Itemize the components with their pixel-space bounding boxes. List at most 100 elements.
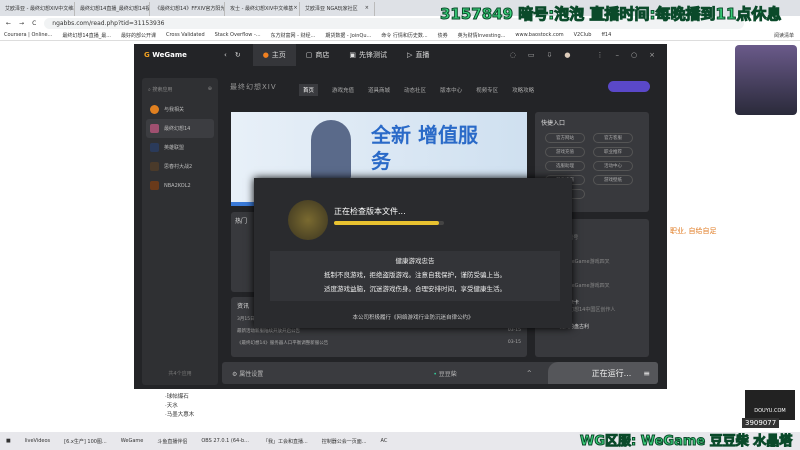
bookmark[interactable]: V2Club (574, 32, 592, 38)
browser-tab[interactable]: 《最终幻想14》FFXIV官方阳光× (150, 2, 225, 16)
subnav-item[interactable]: 游戏充值 (332, 86, 354, 96)
search-input[interactable]: ⌕ 搜索应用 (148, 86, 172, 93)
refresh-icon[interactable]: ↻ (235, 51, 241, 59)
taskbar-item[interactable]: liveVideos (25, 438, 50, 444)
bookmark[interactable]: ff14 (601, 32, 611, 38)
wegame-logo-icon (288, 200, 328, 240)
bookmark[interactable]: 东方财富网 - 财经... (271, 32, 316, 39)
avatar[interactable]: ● (564, 51, 570, 59)
quick-link[interactable]: 游戏充值 (545, 147, 585, 157)
taskbar-item[interactable]: AC (381, 438, 388, 444)
start-icon[interactable]: ■ (6, 438, 11, 444)
subnav-item[interactable]: 道具商城 (368, 86, 390, 96)
browser-tab[interactable]: 艾欧泽亚 - 最终幻想XIV中文维基× (0, 2, 75, 16)
close-icon[interactable]: × (649, 51, 655, 59)
maximize-icon[interactable]: ○ (631, 51, 637, 59)
subnav-item[interactable]: 视频专区 (476, 86, 498, 96)
page-link[interactable]: ·天水 (165, 402, 194, 411)
quick-link[interactable]: 游戏壁纸 (593, 175, 633, 185)
sidebar-item[interactable]: 与我相关 (142, 100, 218, 119)
nav-store[interactable]: ▢ 商店 (296, 44, 340, 66)
game-icon (150, 181, 159, 190)
subnav-item[interactable]: 版本中心 (440, 86, 462, 96)
add-icon[interactable]: ⊕ (208, 86, 212, 92)
bookmark[interactable]: 期货数据 - JoinQu... (325, 32, 371, 39)
home-icon: ● (262, 51, 269, 59)
back-icon[interactable]: ← (6, 20, 11, 27)
dialog-footer: 本公司积极履行《网络游戏行业防沉迷自律公约》 (352, 315, 474, 321)
status-text: 正在检查版本文件... (334, 207, 406, 216)
sidebar-item[interactable]: 思春村大战2 (142, 157, 218, 176)
bag-icon: ▢ (305, 51, 313, 59)
nav-beta[interactable]: ▣ 先锋测试 (339, 44, 397, 66)
related-icon (150, 105, 159, 114)
subnav-item[interactable]: 首页 (299, 84, 319, 96)
banner-title: 全新 增值服务 (371, 123, 478, 173)
sidebar-item[interactable]: NBA2KOL2 (142, 176, 218, 195)
bookmark[interactable]: Cross Validated (166, 32, 205, 38)
nav-home[interactable]: ● 主页 (252, 44, 296, 66)
taskbar-item[interactable]: 「我」工会和直播... (263, 438, 308, 445)
quick-link[interactable]: 职业推荐 (593, 147, 633, 157)
news-item[interactable]: 《最终幻想14》服务器人口平衡调整新服公告 03-15 (237, 340, 521, 352)
browser-tab[interactable]: 最终幻想14直播_最终幻想14视× (75, 2, 150, 16)
browser-tab[interactable]: 艾欧泽亚 NGA玩家社区 × (300, 2, 375, 16)
expand-icon[interactable]: ^ (527, 370, 532, 377)
bookmark[interactable]: 债券 (438, 32, 448, 39)
quick-link[interactable]: 官方客服 (593, 133, 633, 143)
launch-button[interactable] (608, 81, 650, 92)
bell-icon[interactable]: ◌ (510, 51, 516, 59)
tab-label: 艾欧泽亚 - 最终幻想XIV中文维基 (5, 6, 75, 12)
news-item[interactable]: 最新活动新服陆续开放开启公告 03-15 (237, 328, 521, 340)
update-dialog: 正在检查版本文件... 健康游戏忠告 抵制不良游戏，拒绝盗版游戏。注意自我保护，… (254, 178, 572, 328)
side-text: 职业, 自给自足 (670, 227, 717, 235)
tab-label: 《最终幻想14》FFXIV官方阳光 (155, 6, 225, 12)
game-logo: 最终幻想XIV (230, 83, 277, 91)
browser-tab[interactable]: 攻士 - 最终幻想XIV中文维基 × (225, 2, 300, 16)
sidebar-item[interactable]: 最终幻想14 (146, 119, 214, 138)
forward-icon[interactable]: → (19, 20, 24, 27)
back-icon[interactable]: ‹ (224, 51, 227, 59)
tab-label: 艾欧泽亚 NGA玩家社区 (305, 6, 358, 12)
bookmarks-bar: Coursera | Online... 最终幻想14直播_最... 最好的部公开课… (0, 30, 800, 41)
sidebar-item[interactable]: 英雄联盟 (142, 138, 218, 157)
bookmark[interactable]: Coursera | Online... (4, 32, 52, 38)
reload-icon[interactable]: C (32, 20, 36, 27)
server-select[interactable]: • 豆豆柴 (433, 369, 456, 378)
download-icon[interactable]: ⇩ (547, 51, 553, 59)
tab-label: 攻士 - 最终幻想XIV中文维基 (230, 6, 294, 12)
taskbar-item[interactable]: 斗鱼直播伴侣 (157, 438, 187, 445)
streamer-avatar (735, 45, 797, 115)
bookmark[interactable]: www.baostock.com (515, 32, 563, 38)
taskbar-item[interactable]: 控制器公会一页面... (322, 438, 367, 445)
settings-button[interactable]: ⚙ 属性设置 (232, 369, 263, 378)
health-notice: 健康游戏忠告 抵制不良游戏，拒绝盗版游戏。注意自我保护，谨防受骗上当。 适度游戏… (270, 251, 560, 301)
page-link[interactable]: ·球帖爆石 (165, 393, 194, 402)
menu-icon: ≡ (643, 368, 650, 378)
subnav-item[interactable]: 攻略攻略 (512, 86, 534, 96)
quick-link[interactable]: 活动中心 (593, 161, 633, 171)
bookmark[interactable]: 阅读清单 (774, 32, 794, 39)
running-button[interactable]: 正在运行... ≡ (548, 362, 658, 384)
viewer-count: 3909077 (742, 418, 780, 428)
taskbar-item[interactable]: OBS 27.0.1 (64-b... (201, 438, 249, 444)
chat-icon[interactable]: ▭ (528, 51, 535, 59)
bookmark[interactable]: 最好的部公开课 (121, 32, 156, 39)
wegame-logo: G WeGame (144, 51, 187, 59)
wegame-sidebar: ⌕ 搜索应用 ⊕ 与我相关 最终幻想14 英雄联盟 思春村大战2 NBA2KOL2… (142, 78, 218, 385)
banner-character (311, 120, 351, 180)
minimize-icon[interactable]: – (616, 51, 620, 59)
menu-icon[interactable]: ⋮ (597, 51, 604, 59)
page-link[interactable]: ·马墨大惠木 (165, 411, 194, 420)
taskbar-item[interactable]: [6.x生产] 100图... (64, 438, 107, 445)
subnav-item[interactable]: 动态社区 (404, 86, 426, 96)
bookmark[interactable]: 命令 行情和历史数... (381, 32, 427, 39)
beta-icon: ▣ (349, 51, 357, 59)
nav-live[interactable]: ▷ 直播 (397, 44, 439, 66)
bookmark[interactable]: 英为财情Investing... (458, 32, 506, 39)
bookmark[interactable]: 最终幻想14直播_最... (62, 32, 111, 39)
quick-link[interactable]: 官方网站 (545, 133, 585, 143)
bookmark[interactable]: Stack Overflow -... (215, 32, 261, 38)
taskbar-item[interactable]: WeGame (121, 438, 144, 444)
quick-link[interactable]: 选服助理 (545, 161, 585, 171)
